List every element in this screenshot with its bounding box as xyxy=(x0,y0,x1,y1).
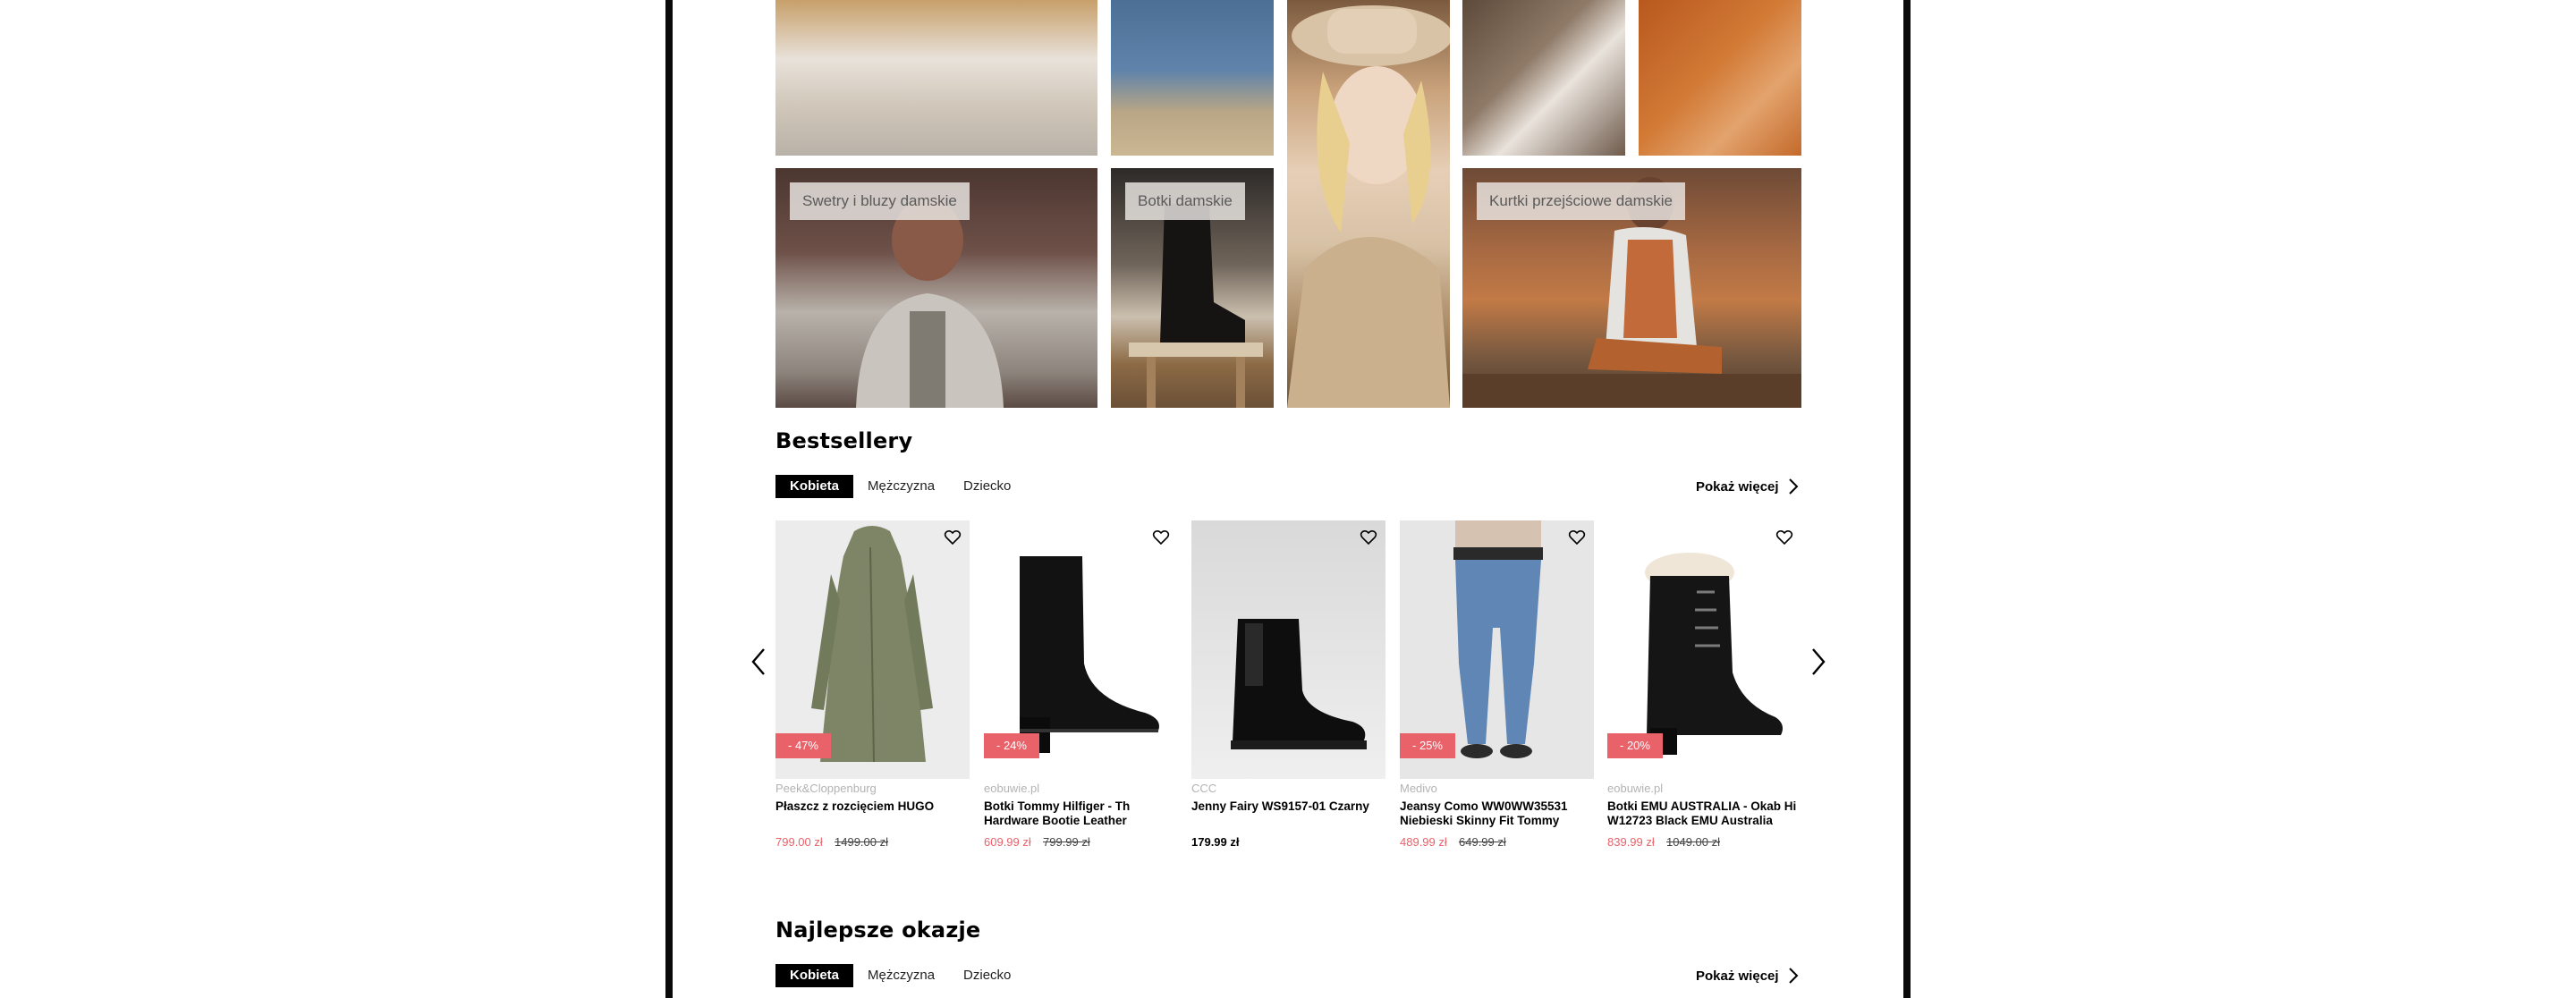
wishlist-heart-icon[interactable] xyxy=(1567,528,1587,547)
product-name[interactable]: Jeansy Como WW0WW35531 Niebieski Skinny … xyxy=(1400,799,1594,828)
portrait-illustration xyxy=(1287,5,1450,408)
product-price: 179.99 zł xyxy=(1191,835,1240,849)
banner-tile-transition-jackets[interactable]: Kurtki przejściowe damskie xyxy=(1462,168,1801,408)
product-old-price: 1049.00 zł xyxy=(1666,835,1720,849)
banner-tile-hat-portrait[interactable] xyxy=(1287,0,1450,408)
product-card[interactable]: - 47% Peek&Cloppenburg Płaszcz z rozcięc… xyxy=(775,520,970,851)
product-name[interactable]: Botki EMU AUSTRALIA - Okab Hi W12723 Bla… xyxy=(1607,799,1801,828)
product-card[interactable]: - 20% eobuwie.pl Botki EMU AUSTRALIA - O… xyxy=(1607,520,1801,851)
tab-kobieta[interactable]: Kobieta xyxy=(775,475,854,498)
product-card[interactable]: - 25% Medivo Jeansy Como WW0WW35531 Nieb… xyxy=(1400,520,1594,851)
banner-tag: Botki damskie xyxy=(1125,182,1245,220)
product-shop: Medivo xyxy=(1400,782,1437,795)
banner-tile-jeans-sneakers[interactable] xyxy=(1111,0,1274,156)
bestsellers-title: Bestsellery xyxy=(775,428,913,453)
product-shop: eobuwie.pl xyxy=(984,782,1040,795)
deals-title: Najlepsze okazje xyxy=(775,918,981,943)
product-price: 839.99 zł xyxy=(1607,835,1655,849)
chevron-left-icon xyxy=(751,648,765,675)
chevron-right-icon xyxy=(1812,648,1826,675)
device-frame-right xyxy=(1903,0,1911,998)
product-card[interactable]: CCC Jenny Fairy WS9157-01 Czarny 179.99 … xyxy=(1191,520,1385,851)
carousel-next-button[interactable] xyxy=(1808,646,1829,678)
banner-tile-plaid-coat[interactable] xyxy=(1462,0,1625,156)
deals-tabs: Kobieta Mężczyzna Dziecko xyxy=(775,964,1025,987)
chevron-right-icon xyxy=(1788,478,1798,495)
tab-dziecko[interactable]: Dziecko xyxy=(949,964,1025,987)
product-shop: CCC xyxy=(1191,782,1217,795)
discount-badge: - 47% xyxy=(775,733,831,758)
tab-mezczyzna[interactable]: Mężczyzna xyxy=(853,475,949,498)
chelsea-boot-illustration xyxy=(1231,619,1367,749)
discount-badge: - 25% xyxy=(1400,733,1455,758)
banner-tile-sweaters[interactable]: Swetry i bluzy damskie xyxy=(775,168,1097,408)
product-card[interactable]: - 24% eobuwie.pl Botki Tommy Hilfiger - … xyxy=(984,520,1178,851)
product-old-price: 649.99 zł xyxy=(1459,835,1506,849)
discount-badge: - 20% xyxy=(1607,733,1663,758)
wishlist-heart-icon[interactable] xyxy=(1359,528,1378,547)
banner-tag: Kurtki przejściowe damskie xyxy=(1477,182,1686,220)
product-image[interactable] xyxy=(1191,520,1385,779)
wishlist-heart-icon[interactable] xyxy=(943,528,962,547)
banner-tile-ankle-boots[interactable]: Botki damskie xyxy=(1111,168,1274,408)
deals-show-more-button[interactable]: Pokaż więcej xyxy=(1696,964,1801,987)
wishlist-heart-icon[interactable] xyxy=(1775,528,1794,547)
bestsellers-tabs: Kobieta Mężczyzna Dziecko xyxy=(775,475,1025,498)
tab-mezczyzna[interactable]: Mężczyzna xyxy=(853,964,949,987)
product-name[interactable]: Jenny Fairy WS9157-01 Czarny xyxy=(1191,799,1385,814)
show-more-label: Pokaż więcej xyxy=(1696,478,1779,495)
product-old-price: 799.99 zł xyxy=(1043,835,1090,849)
tab-dziecko[interactable]: Dziecko xyxy=(949,475,1025,498)
product-shop: eobuwie.pl xyxy=(1607,782,1664,795)
product-price: 609.99 zł xyxy=(984,835,1031,849)
product-shop: Peek&Cloppenburg xyxy=(775,782,877,795)
banner-tile-hat-woman[interactable] xyxy=(775,0,1097,156)
product-old-price: 1499.00 zł xyxy=(835,835,888,849)
banner-tile-orange-bag[interactable] xyxy=(1639,0,1801,156)
product-price: 489.99 zł xyxy=(1400,835,1447,849)
wishlist-heart-icon[interactable] xyxy=(1151,528,1171,547)
chevron-right-icon xyxy=(1788,968,1798,984)
product-price: 799.00 zł xyxy=(775,835,823,849)
show-more-button[interactable]: Pokaż więcej xyxy=(1696,475,1801,498)
carousel-prev-button[interactable] xyxy=(748,646,769,678)
product-name[interactable]: Płaszcz z rozcięciem HUGO xyxy=(775,799,970,814)
banner-tag: Swetry i bluzy damskie xyxy=(790,182,970,220)
discount-badge: - 24% xyxy=(984,733,1039,758)
device-frame-left xyxy=(665,0,673,998)
product-name[interactable]: Botki Tommy Hilfiger - Th Hardware Booti… xyxy=(984,799,1178,828)
show-more-label: Pokaż więcej xyxy=(1696,968,1779,984)
tab-kobieta[interactable]: Kobieta xyxy=(775,964,854,987)
